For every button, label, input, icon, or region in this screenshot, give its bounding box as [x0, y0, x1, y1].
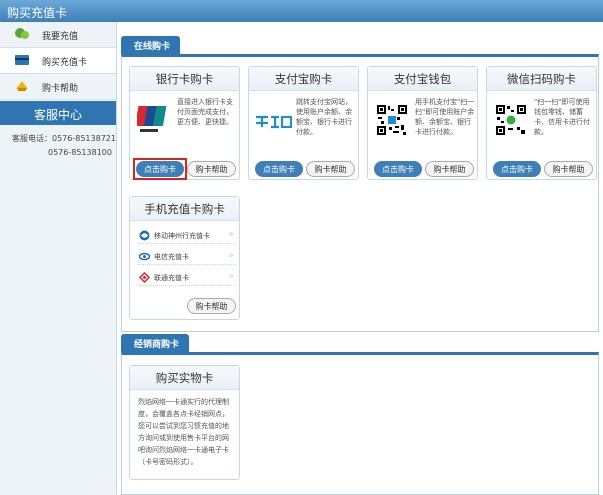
phone-option-china-telecom[interactable]: 电信充值卡 » — [138, 248, 236, 265]
phone-line-1: 客服电话：0576-85138721 — [12, 132, 116, 146]
chevron-right-icon: » — [227, 229, 234, 240]
physical-card-purchase-card: 购买实物卡 烈焰网络一卡通实行的代理制度，会覆盖各点卡经销网点，您可以尝试到您习… — [129, 365, 240, 480]
card-title: 银行卡购卡 — [130, 67, 239, 91]
dealer-purchase-panel: 购买实物卡 烈焰网络一卡通实行的代理制度，会覆盖各点卡经销网点，您可以尝试到您习… — [121, 352, 599, 495]
card-description: 跳转支付宝网站，使用账户余额、余额宝、银行卡进行付款。 — [296, 98, 352, 136]
main-content: 在线购卡 银行卡购卡 直接进入银行卡支付页面完成支付，更方便、更快捷。 点击购卡… — [117, 22, 603, 495]
sidebar-item-buy-card[interactable]: 购买充值卡 — [0, 48, 116, 74]
wechat-buy-button[interactable]: 点击购卡 — [493, 161, 541, 177]
customer-service-phones: 客服电话：0576-85138721 0576-85138100 — [0, 125, 116, 160]
customer-service-title: 客服中心 — [0, 101, 116, 125]
bank-card-purchase-card: 银行卡购卡 直接进入银行卡支付页面完成支付，更方便、更快捷。 点击购卡 购卡帮助 — [129, 66, 240, 180]
alipay-wallet-buy-button[interactable]: 点击购卡 — [374, 161, 422, 177]
sidebar-item-help[interactable]: 购卡帮助 — [0, 74, 116, 100]
phone-card-purchase-card: 手机充值卡购卡 移动神州行充值卡 » 电信充值卡 » 联通充值卡 » 购卡帮助 — [129, 196, 240, 320]
wechat-help-button[interactable]: 购卡帮助 — [544, 161, 593, 177]
card-icon — [15, 55, 29, 65]
bank-help-button[interactable]: 购卡帮助 — [187, 161, 236, 177]
card-description: 直接进入银行卡支付页面完成支付，更方便、更快捷。 — [177, 98, 233, 126]
online-purchase-panel: 银行卡购卡 直接进入银行卡支付页面完成支付，更方便、更快捷。 点击购卡 购卡帮助… — [121, 54, 599, 332]
bank-buy-button[interactable]: 点击购卡 — [136, 161, 184, 177]
phone-option-label: 电信充值卡 — [154, 253, 189, 261]
phone-option-label: 联通充值卡 — [154, 274, 189, 282]
phone-option-china-mobile[interactable]: 移动神州行充值卡 » — [138, 227, 236, 244]
sidebar-item-label: 购卡帮助 — [42, 84, 79, 94]
china-telecom-icon — [139, 252, 150, 261]
sidebar: 我要充值 购买充值卡 购卡帮助 客服中心 客服电话：0576-85138721 … — [0, 22, 117, 495]
card-description: 烈焰网络一卡通实行的代理制度，会覆盖各点卡经销网点，您可以尝试到您习惯充值的地方… — [138, 398, 229, 466]
unionpay-logo — [137, 106, 170, 135]
chevron-right-icon: » — [227, 271, 234, 282]
sidebar-item-label: 购买充值卡 — [42, 58, 88, 68]
alipay-logo — [253, 114, 293, 129]
alipay-buy-button[interactable]: 点击购卡 — [255, 161, 303, 177]
card-title: 手机充值卡购卡 — [130, 197, 239, 221]
card-description: 用手机支付宝"扫一扫"即可使用账户余额、余额宝、银行卡进行付款。 — [415, 98, 475, 136]
wechat-purchase-card: 微信扫码购卡 "扫一扫"即可使用钱包零钱、储蓄卡、信用卡进行付款。 点击购卡 购… — [486, 66, 597, 180]
phone-label: 客服电话： — [12, 134, 52, 143]
card-title: 微信扫码购卡 — [487, 67, 596, 91]
card-description: "扫一扫"即可使用钱包零钱、储蓄卡、信用卡进行付款。 — [534, 98, 590, 136]
phone-number-1: 0576-85138721 — [52, 134, 116, 143]
china-mobile-icon — [139, 230, 150, 241]
sidebar-item-recharge[interactable]: 我要充值 — [0, 22, 116, 48]
alipay-purchase-card: 支付宝购卡 跳转支付宝网站，使用账户余额、余额宝、银行卡进行付款。 点击购卡 购… — [248, 66, 359, 180]
card-title: 支付宝购卡 — [249, 67, 358, 91]
help-icon — [16, 81, 28, 91]
phone-option-label: 移动神州行充值卡 — [154, 232, 210, 240]
phone-option-china-unicom[interactable]: 联通充值卡 » — [138, 269, 236, 286]
wechat-qr-code-icon — [494, 103, 528, 137]
alipay-help-button[interactable]: 购卡帮助 — [306, 161, 355, 177]
qr-code-icon — [375, 103, 409, 137]
tab-online-purchase[interactable]: 在线购卡 — [121, 36, 181, 54]
card-title: 购买实物卡 — [130, 366, 239, 390]
recharge-icon — [15, 28, 29, 39]
china-unicom-icon — [139, 272, 150, 283]
tab-dealer-purchase[interactable]: 经销商购卡 — [121, 334, 190, 352]
alipay-wallet-help-button[interactable]: 购卡帮助 — [425, 161, 474, 177]
phone-number-2: 0576-85138100 — [48, 148, 112, 157]
alipay-wallet-purchase-card: 支付宝钱包 用手机支付宝"扫一扫"即可使用账户余额、余额宝、银行卡进行付款。 点… — [367, 66, 478, 180]
sidebar-item-label: 我要充值 — [42, 32, 79, 42]
card-title: 支付宝钱包 — [368, 67, 477, 91]
phone-card-help-button[interactable]: 购卡帮助 — [187, 298, 236, 314]
chevron-right-icon: » — [227, 250, 234, 261]
window-title: 购买充值卡 — [0, 0, 603, 22]
